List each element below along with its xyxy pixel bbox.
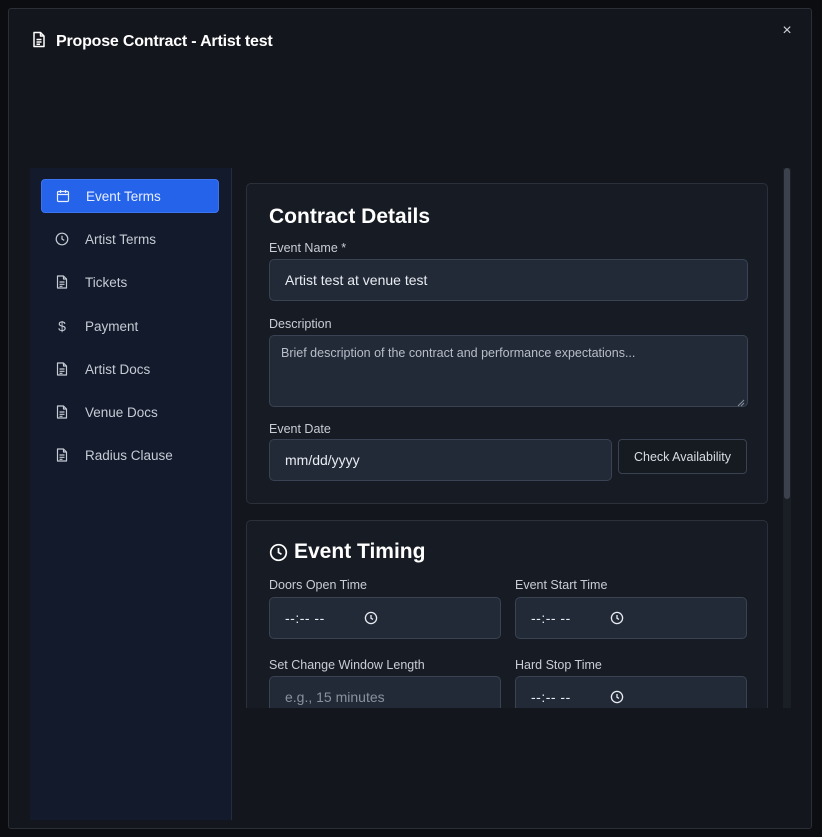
hard-stop-label: Hard Stop Time — [515, 658, 602, 672]
event-timing-header: Event Timing — [269, 540, 425, 564]
clock-icon — [55, 232, 69, 246]
modal-title: Propose Contract - Artist test — [56, 33, 273, 50]
clock-icon[interactable] — [364, 611, 378, 625]
doors-open-value: --:-- -- — [285, 610, 325, 626]
sidebar-item-payment[interactable]: $ Payment — [41, 309, 219, 343]
description-textarea[interactable]: Brief description of the contract and pe… — [269, 335, 748, 407]
calendar-icon — [56, 189, 70, 203]
sidebar-item-label: Tickets — [85, 274, 128, 290]
check-availability-button[interactable]: Check Availability — [618, 439, 747, 474]
event-name-label: Event Name * — [269, 241, 347, 255]
sidebar-item-label: Artist Docs — [85, 361, 151, 377]
document-icon — [55, 275, 69, 289]
description-placeholder: Brief description of the contract and pe… — [281, 346, 636, 360]
event-timing-title: Event Timing — [294, 540, 426, 563]
sidebar-item-artist-terms[interactable]: Artist Terms — [41, 222, 219, 256]
sidebar-item-label: Event Terms — [86, 188, 161, 204]
sidebar-item-label: Artist Terms — [85, 231, 157, 247]
clock-icon[interactable] — [610, 690, 624, 704]
dollar-icon: $ — [58, 318, 66, 334]
event-start-value: --:-- -- — [531, 610, 571, 626]
close-button[interactable]: × — [777, 21, 797, 41]
document-icon — [55, 405, 69, 419]
document-icon — [55, 362, 69, 376]
hard-stop-time-input[interactable]: --:-- -- — [515, 676, 747, 708]
set-change-label: Set Change Window Length — [269, 658, 425, 672]
event-name-input[interactable]: Artist test at venue test — [269, 259, 748, 301]
description-label: Description — [269, 317, 332, 331]
hard-stop-value: --:-- -- — [531, 689, 571, 705]
clock-icon[interactable] — [610, 611, 624, 625]
event-date-input[interactable]: mm/dd/yyyy — [269, 439, 612, 481]
contract-details-title: Contract Details — [269, 205, 431, 228]
clock-icon — [269, 543, 288, 562]
event-date-placeholder: mm/dd/yyyy — [285, 452, 360, 468]
sidebar-item-label: Radius Clause — [85, 447, 173, 463]
contract-details-card: Contract Details Event Name * Artist tes… — [246, 183, 768, 504]
propose-contract-modal: Propose Contract - Artist test × Event T… — [8, 8, 812, 829]
resize-handle-icon[interactable] — [737, 396, 745, 407]
set-change-window-input[interactable]: e.g., 15 minutes — [269, 676, 501, 708]
sidebar-item-artist-docs[interactable]: Artist Docs — [41, 352, 219, 386]
contract-form-content[interactable]: Contract Details Event Name * Artist tes… — [232, 168, 798, 708]
document-icon — [55, 448, 69, 462]
doors-open-label: Doors Open Time — [269, 578, 367, 592]
sidebar-item-radius-clause[interactable]: Radius Clause — [41, 438, 219, 472]
sidebar-item-label: Payment — [85, 318, 139, 334]
sidebar-nav: Event Terms Artist Terms Tickets $ Payme… — [30, 168, 232, 820]
document-icon — [31, 31, 47, 53]
event-start-time-input[interactable]: --:-- -- — [515, 597, 747, 639]
event-name-value: Artist test at venue test — [285, 272, 428, 288]
event-start-label: Event Start Time — [515, 578, 608, 592]
set-change-placeholder: e.g., 15 minutes — [285, 689, 385, 705]
event-timing-card: Event Timing Doors Open Time --:-- -- Ev… — [246, 520, 768, 708]
close-icon: × — [782, 22, 792, 39]
event-date-label: Event Date — [269, 422, 331, 436]
doors-open-time-input[interactable]: --:-- -- — [269, 597, 501, 639]
sidebar-item-tickets[interactable]: Tickets — [41, 265, 219, 299]
sidebar-item-event-terms[interactable]: Event Terms — [41, 179, 219, 213]
scrollbar-thumb[interactable] — [784, 168, 790, 499]
sidebar-item-label: Venue Docs — [85, 404, 158, 420]
sidebar-item-venue-docs[interactable]: Venue Docs — [41, 395, 219, 429]
modal-header: Propose Contract - Artist test — [31, 31, 273, 53]
